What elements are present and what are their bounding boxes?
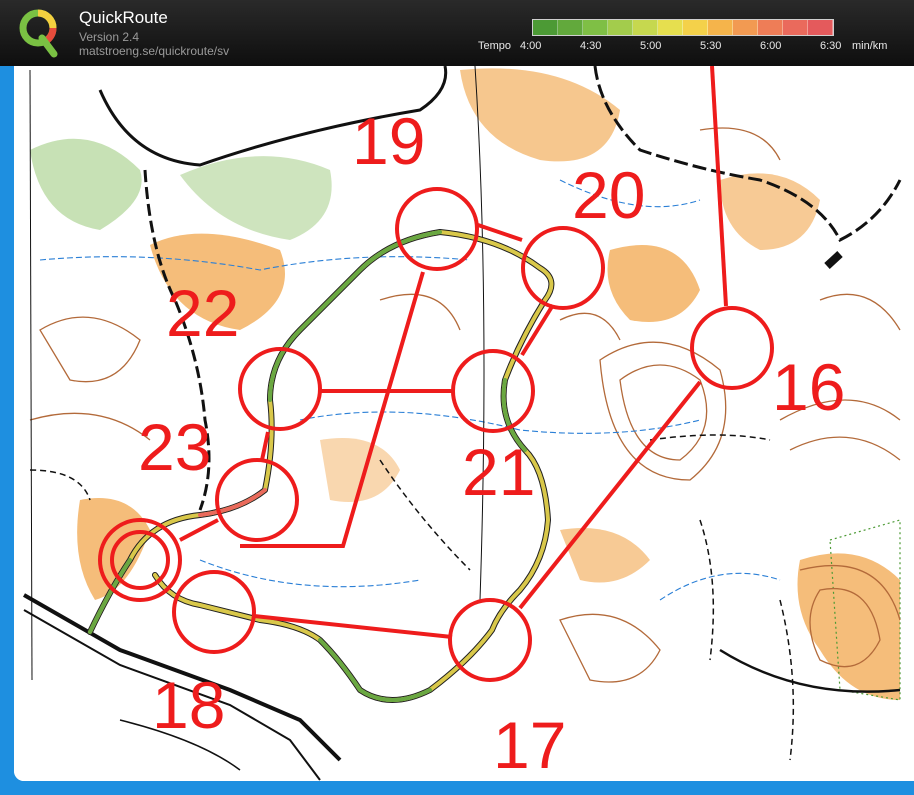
tempo-scale-segment (708, 20, 733, 35)
control-number-21: 21 (462, 435, 535, 509)
tempo-scale-segment (558, 20, 583, 35)
control-number-23: 23 (138, 410, 211, 484)
app-url-link[interactable]: matstroeng.se/quickroute/sv (79, 44, 229, 58)
tempo-scale-segment (583, 20, 608, 35)
control-number-17: 17 (493, 708, 566, 781)
quickroute-logo-icon (19, 9, 58, 58)
map-view[interactable]: 16 17 18 19 20 21 22 23 (14, 66, 914, 781)
tempo-color-scale (532, 19, 834, 36)
tempo-tick-label: 6:00 (760, 40, 782, 52)
tempo-scale-segment (608, 20, 633, 35)
control-number-19: 19 (352, 104, 425, 178)
tempo-scale-segment (783, 20, 808, 35)
tempo-scale-segment (683, 20, 708, 35)
tempo-tick-label: 4:30 (580, 40, 602, 52)
app-version: Version 2.4 (79, 30, 140, 44)
tempo-tick-label: 4:00 (520, 40, 542, 52)
tempo-scale-segment (633, 20, 658, 35)
tempo-tick-label: 5:30 (700, 40, 722, 52)
control-number-18: 18 (152, 668, 225, 742)
tempo-unit-label: min/km (852, 40, 888, 52)
tempo-scale-segment (658, 20, 683, 35)
tempo-scale-segment (808, 20, 833, 35)
orienteering-map[interactable]: 16 17 18 19 20 21 22 23 (14, 66, 914, 781)
control-number-20: 20 (572, 158, 645, 232)
tempo-scale-segment (733, 20, 758, 35)
app-title: QuickRoute (79, 8, 168, 27)
control-number-16: 16 (772, 350, 845, 424)
tempo-scale-segment (533, 20, 558, 35)
tempo-scale-segment (758, 20, 783, 35)
tempo-tick-label: 6:30 (820, 40, 842, 52)
app-header: QuickRoute Version 2.4 matstroeng.se/qui… (0, 0, 914, 66)
tempo-tick-label: 5:00 (640, 40, 662, 52)
control-number-22: 22 (166, 276, 239, 350)
tempo-label: Tempo (478, 40, 512, 52)
